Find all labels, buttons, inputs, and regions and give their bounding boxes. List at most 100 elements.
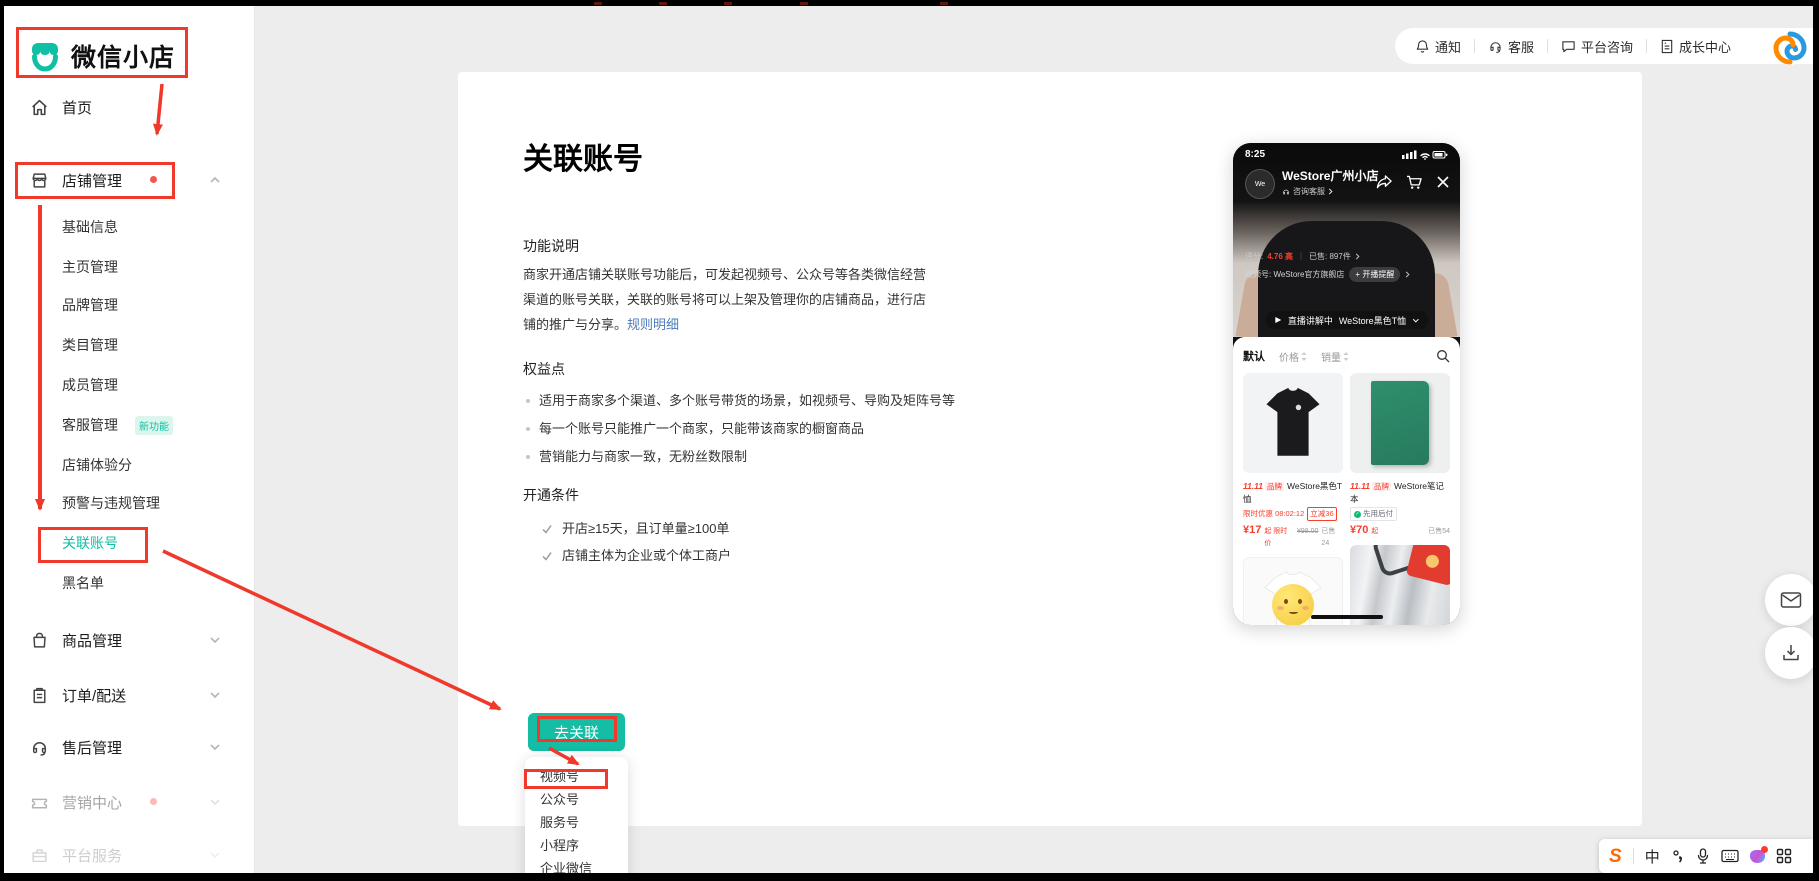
microphone-icon[interactable]	[1696, 848, 1710, 864]
rating-value: 4.76 高	[1267, 251, 1293, 262]
ime-language-toggle[interactable]: 中	[1645, 846, 1660, 867]
channel-action-pill: + 开播提醒	[1349, 267, 1400, 282]
product-caption: 11.11品牌WeStore黑色T恤 限时优惠 08:02:12立减36 ¥17…	[1243, 480, 1343, 550]
browser-swirl-logo-icon[interactable]	[1771, 29, 1809, 67]
sidebar-item-linked-accounts[interactable]: 关联账号	[4, 528, 254, 558]
sidebar-item-brand-management[interactable]: 品牌管理	[4, 290, 254, 320]
download-float-button[interactable]	[1765, 627, 1813, 679]
sidebar-item-category-management[interactable]: 类目管理	[4, 330, 254, 360]
phone-preview-image: 8:25 We WeStore广州小店 咨询客服	[1233, 143, 1460, 625]
ime-skin-icon[interactable]	[1750, 850, 1765, 863]
chevron-right-icon	[1355, 253, 1360, 260]
shop-icon	[30, 170, 50, 190]
headset-icon	[30, 737, 50, 757]
chevron-down-icon[interactable]	[208, 740, 222, 754]
top-edge-artifact	[659, 2, 667, 5]
top-edge-artifact	[724, 2, 732, 5]
top-edge-artifact	[940, 2, 948, 5]
benefit-item: 营销能力与商家一致，无粉丝数限制	[523, 443, 961, 471]
status-icons	[1402, 149, 1448, 160]
sort-icon	[1343, 352, 1349, 361]
chevron-down-icon[interactable]	[208, 688, 222, 702]
sidebar-item-goods-management[interactable]: 商品管理	[4, 625, 254, 655]
header-notifications[interactable]: 通知	[1415, 37, 1461, 56]
ime-menu-grid-icon[interactable]	[1776, 848, 1792, 864]
chevron-down-icon[interactable]	[208, 633, 222, 647]
sidebar-item-home[interactable]: 首页	[4, 92, 254, 122]
search-icon	[1436, 349, 1450, 363]
chevron-down-icon[interactable]	[208, 795, 222, 809]
dropdown-item-mini-program[interactable]: 小程序	[525, 834, 628, 857]
promo-line: 限时优惠 08:02:12立减36	[1243, 507, 1343, 521]
feedback-float-button[interactable]	[1765, 574, 1813, 626]
notification-dot	[1761, 846, 1768, 853]
dropdown-item-channels[interactable]: 视频号	[525, 765, 628, 788]
cart-icon	[1406, 175, 1423, 190]
chevron-right-icon	[1405, 271, 1410, 278]
brand-badge: 品牌	[1372, 482, 1391, 491]
chevron-down-icon	[1412, 318, 1419, 323]
sidebar-item-orders-delivery[interactable]: 订单/配送	[4, 680, 254, 710]
rules-detail-link[interactable]: 规则明细	[627, 317, 679, 332]
sidebar-item-customer-service-management[interactable]: 客服管理 新功能	[4, 410, 254, 440]
handwriting-icon[interactable]	[1671, 849, 1685, 863]
close-icon	[1436, 175, 1450, 189]
sidebar: 微信小店 首页 店铺管理 基础信息	[4, 6, 255, 873]
home-icon	[30, 97, 50, 117]
account-type-dropdown: 视频号 公众号 服务号 小程序 企业微信	[525, 757, 628, 873]
app-window: 微信小店 首页 店铺管理 基础信息	[4, 6, 1813, 873]
sidebar-item-aftersale-management[interactable]: 售后管理	[4, 732, 254, 762]
play-icon	[1274, 316, 1282, 324]
top-edge-artifact	[594, 2, 602, 5]
check-icon	[541, 550, 553, 562]
sidebar-item-basic-info[interactable]: 基础信息	[4, 212, 254, 242]
chat-bubble-icon	[1561, 39, 1576, 54]
sogou-logo-icon[interactable]: S	[1609, 847, 1622, 866]
ime-toolbar: S 中	[1599, 839, 1813, 873]
condition-item: 店铺主体为企业或个体工商户	[523, 542, 961, 569]
original-price: ¥98.00	[1297, 526, 1318, 538]
sidebar-item-warning-violation[interactable]: 预警与违规管理	[4, 488, 254, 518]
header-separator	[1646, 39, 1647, 53]
envelope-icon	[1780, 590, 1802, 610]
bell-icon	[1415, 39, 1430, 54]
screenshot-frame: 微信小店 首页 店铺管理 基础信息	[0, 0, 1819, 881]
headset-icon	[1282, 188, 1290, 196]
store-service-entry: 咨询客服	[1282, 186, 1378, 197]
dropdown-item-wecom[interactable]: 企业微信	[525, 857, 628, 873]
promo-badge: 11.11	[1243, 481, 1263, 491]
phone-status-bar: 8:25	[1233, 149, 1460, 160]
phone-rating-row: 评分: 4.76 高 ｜ 已售: 897件	[1245, 251, 1360, 262]
headset-icon	[1488, 39, 1503, 54]
sidebar-item-label: 首页	[62, 97, 92, 118]
go-link-button[interactable]: 去关联	[528, 713, 625, 751]
sidebar-item-marketing-center[interactable]: 营销中心	[4, 787, 254, 817]
app-logo[interactable]: 微信小店	[28, 38, 175, 74]
header-platform-consult[interactable]: 平台咨询	[1561, 37, 1633, 56]
tab-default: 默认	[1243, 348, 1265, 364]
channel-name: 视频号: WeStore官方旗舰店	[1245, 269, 1344, 280]
download-icon	[1781, 643, 1801, 663]
sidebar-item-member-management[interactable]: 成员管理	[4, 370, 254, 400]
dropdown-item-service-account[interactable]: 服务号	[525, 811, 628, 834]
sidebar-item-shop-experience-score[interactable]: 店铺体验分	[4, 450, 254, 480]
product-caption: 11.11品牌WeStore笔记本 ✓先用后付 ¥70 起 已售54	[1350, 480, 1450, 538]
chevron-down-icon[interactable]	[208, 848, 222, 862]
header-growth-center[interactable]: 成长中心	[1660, 37, 1731, 56]
sidebar-item-blacklist[interactable]: 黑名单	[4, 568, 254, 598]
clipboard-icon	[30, 685, 50, 705]
sidebar-item-label: 店铺管理	[62, 170, 122, 191]
chevron-up-icon[interactable]	[208, 173, 222, 187]
product-image-notebook	[1350, 373, 1450, 473]
top-edge-artifact	[800, 2, 808, 5]
brand-badge: 品牌	[1265, 482, 1284, 491]
sidebar-item-homepage-management[interactable]: 主页管理	[4, 252, 254, 282]
sidebar-item-shop-management[interactable]: 店铺管理	[4, 165, 254, 195]
keyboard-icon[interactable]	[1721, 849, 1739, 863]
dropdown-item-official-account[interactable]: 公众号	[525, 788, 628, 811]
price: ¥17	[1243, 524, 1261, 536]
header-customer-service[interactable]: 客服	[1488, 37, 1534, 56]
price-line: ¥70 起 已售54	[1350, 524, 1450, 538]
price-line: ¥17 起 限时价 ¥98.00 已售24	[1243, 524, 1343, 550]
sidebar-item-platform-services[interactable]: 平台服务	[4, 840, 254, 870]
